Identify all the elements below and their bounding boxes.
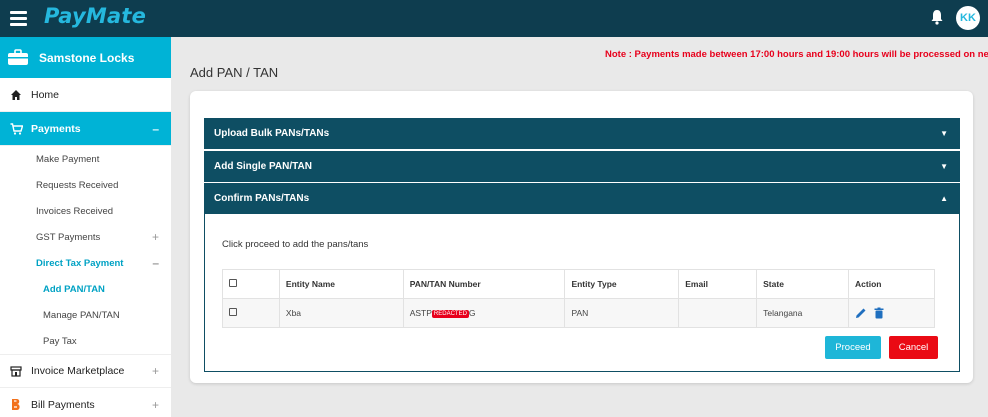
action-cell (848, 298, 935, 328)
row-select-cell (222, 298, 280, 328)
table-row: Xba ASTP REDACTED G PAN Telangana (222, 298, 935, 328)
sidebar-item-requests-received[interactable]: Requests Received (0, 172, 171, 198)
sidebar-item-bill-payments[interactable]: Bill Payments + (0, 388, 171, 417)
sidebar-item-invoices-received[interactable]: Invoices Received (0, 198, 171, 224)
cart-icon (9, 122, 23, 136)
expand-icon[interactable]: + (152, 398, 159, 412)
select-all-checkbox[interactable] (229, 279, 237, 287)
menu-icon[interactable] (10, 11, 27, 26)
proceed-button[interactable]: Proceed (825, 336, 881, 359)
email-cell (678, 298, 758, 328)
sidebar-item-label: Invoice Marketplace (31, 365, 125, 377)
sidebar-item-label: Payments (31, 122, 81, 135)
column-header: Action (848, 269, 935, 299)
pan-number-cell: ASTP REDACTED G (402, 298, 566, 328)
expand-icon[interactable]: + (152, 230, 159, 244)
sidebar-item-make-payment[interactable]: Make Payment (0, 146, 171, 172)
accordion-confirm[interactable]: Confirm PANs/TANs ▲ (204, 183, 960, 214)
briefcase-icon (8, 49, 28, 65)
sidebar-item-home[interactable]: Home (0, 78, 171, 112)
entity-name-cell: Xba (278, 298, 404, 328)
store-icon (9, 364, 23, 378)
accordion-add-single[interactable]: Add Single PAN/TAN ▼ (204, 151, 960, 182)
sidebar-item-label: Direct Tax Payment (36, 257, 124, 269)
sidebar: Samstone Locks Home Payments – Make Paym… (0, 37, 171, 417)
instruction-text: Click proceed to add the pans/tans (222, 239, 369, 250)
sidebar-item-payments[interactable]: Payments – (0, 112, 171, 146)
column-header: Entity Name (278, 269, 404, 299)
sidebar-item-gst-payments[interactable]: GST Payments + (0, 224, 171, 250)
caret-up-icon: ▲ (940, 194, 948, 203)
expand-icon[interactable]: + (152, 364, 159, 378)
sidebar-item-label: Bill Payments (31, 398, 95, 411)
caret-down-icon: ▼ (940, 162, 948, 171)
accordion-upload-bulk[interactable]: Upload Bulk PANs/TANs ▼ (204, 118, 960, 149)
sidebar-item-label: GST Payments (36, 231, 101, 243)
column-header: Email (678, 269, 758, 299)
column-header: Entity Type (564, 269, 680, 299)
sidebar-item-manage-pan-tan[interactable]: Manage PAN/TAN (0, 302, 171, 328)
sidebar-item-direct-tax-payment[interactable]: Direct Tax Payment – (0, 250, 171, 276)
app-logo[interactable]: PayMate (44, 4, 146, 28)
accordion-label: Confirm PANs/TANs (214, 193, 310, 204)
accordion-label: Upload Bulk PANs/TANs (214, 128, 330, 139)
collapse-icon[interactable]: – (152, 122, 159, 136)
caret-down-icon: ▼ (940, 129, 948, 138)
bell-icon[interactable] (930, 9, 944, 25)
pan-prefix: ASTP (409, 308, 432, 318)
select-all-cell (222, 269, 280, 299)
bill-icon (9, 398, 23, 412)
state-cell: Telangana (756, 298, 850, 328)
pan-suffix: G (468, 308, 476, 318)
processing-note: Note : Payments made between 17:00 hours… (605, 49, 988, 60)
accordion-label: Add Single PAN/TAN (214, 161, 312, 172)
collapse-icon[interactable]: – (152, 256, 159, 270)
table-header-row: Entity Name PAN/TAN Number Entity Type E… (222, 269, 935, 299)
delete-icon[interactable] (873, 307, 885, 319)
home-icon (9, 88, 23, 102)
column-header: State (756, 269, 850, 299)
sidebar-item-invoice-marketplace[interactable]: Invoice Marketplace + (0, 354, 171, 388)
edit-icon[interactable] (855, 307, 867, 319)
sidebar-item-add-pan-tan[interactable]: Add PAN/TAN (0, 276, 171, 302)
entity-type-cell: PAN (564, 298, 680, 328)
top-bar: PayMate KK (0, 0, 988, 37)
avatar[interactable]: KK (956, 6, 980, 30)
page-title: Add PAN / TAN (190, 65, 279, 80)
redaction-badge: REDACTED (431, 309, 469, 318)
company-name: Samstone Locks (39, 50, 135, 65)
sidebar-item-pay-tax[interactable]: Pay Tax (0, 328, 171, 354)
row-checkbox[interactable] (229, 308, 237, 316)
cancel-button[interactable]: Cancel (889, 336, 938, 359)
sidebar-item-label: Home (31, 88, 60, 101)
company-header[interactable]: Samstone Locks (0, 37, 171, 78)
column-header: PAN/TAN Number (402, 269, 566, 299)
pan-tan-table: Entity Name PAN/TAN Number Entity Type E… (222, 269, 935, 328)
